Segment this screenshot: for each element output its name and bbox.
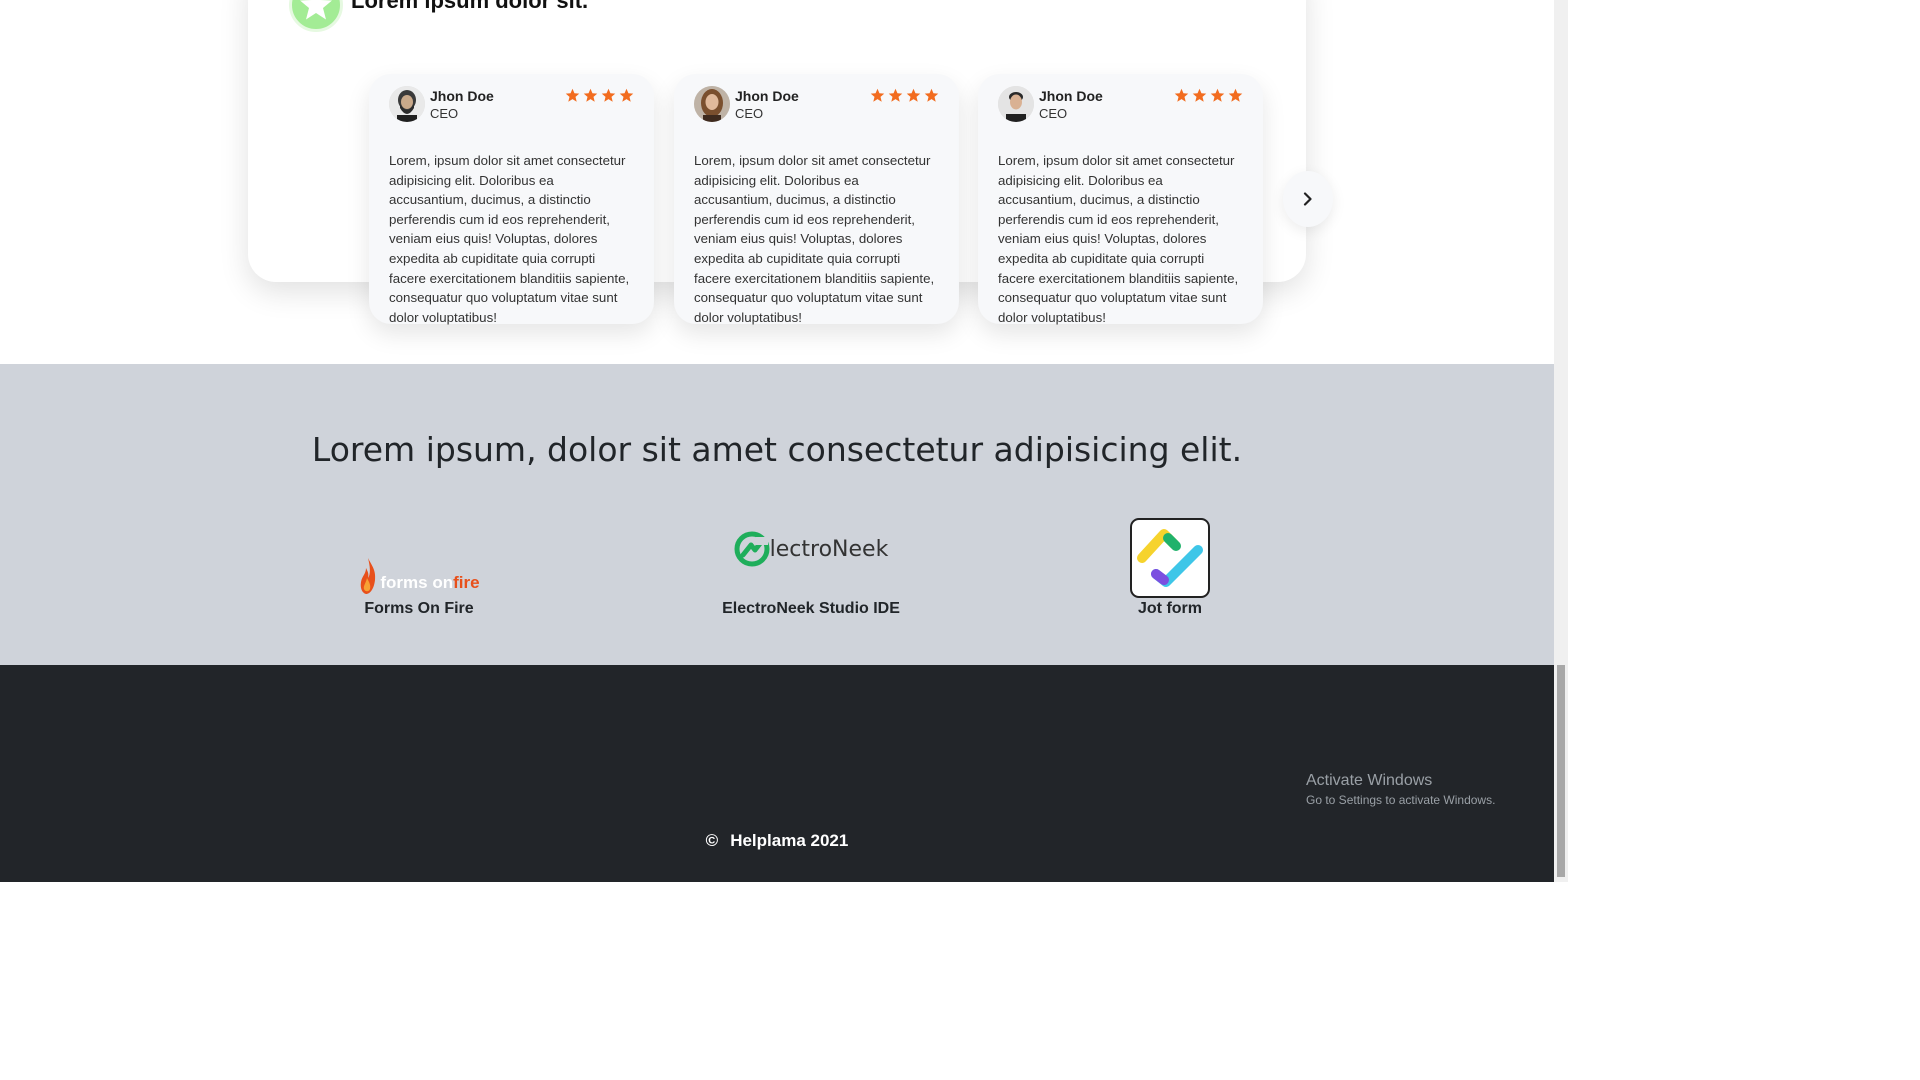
activate-windows-watermark: Activate Windows Go to Settings to activ… — [1306, 772, 1495, 807]
rating-stars — [870, 88, 939, 103]
star-icon — [1174, 88, 1189, 102]
electroneek-logo: lectroNeek — [734, 531, 889, 567]
watermark-title: Activate Windows — [1306, 772, 1433, 789]
partner-jotform: Jot form — [1120, 514, 1220, 618]
partner-name: Jot form — [1138, 600, 1202, 617]
footer: © Helplama 2021 Activate Windows Go to Se… — [0, 665, 1554, 882]
testimonial-card: Jhon Doe CEO Lorem, ipsum dolor sit amet… — [674, 74, 959, 325]
partners-title: Lorem ipsum, dolor sit amet consectetur … — [311, 430, 1243, 469]
reviewer-role: CEO — [735, 106, 764, 121]
star-icon — [1210, 88, 1225, 102]
star-icon — [619, 88, 634, 102]
partner-name: ElectroNeek Studio IDE — [722, 600, 900, 617]
rating-stars — [1174, 88, 1243, 103]
partner-electroneek: lectroNeek ElectroNeek Studio IDE — [718, 514, 904, 618]
reviewer-name: Jhon Doe — [735, 88, 799, 104]
partners-section: Lorem ipsum, dolor sit amet consectetur … — [0, 364, 1554, 665]
copyright: © Helplama 2021 — [0, 831, 1554, 851]
copyright-text: Helplama 2021 — [730, 831, 849, 850]
copyright-icon: © — [705, 831, 719, 850]
testimonial-card: Jhon Doe CEO Lorem, ipsum dolor sit amet… — [369, 74, 654, 325]
star-icon — [601, 88, 616, 102]
testimonial-text: Lorem, ipsum dolor sit amet consectetur … — [694, 153, 935, 325]
testimonial-text: Lorem, ipsum dolor sit amet consectetur … — [998, 153, 1239, 325]
forms-on-fire-logo-accent: fire — [453, 573, 480, 592]
star-icon — [1228, 88, 1243, 102]
scrollbar-thumb[interactable] — [1557, 665, 1565, 877]
star-icon — [1192, 88, 1207, 102]
electroneek-logo-text: lectroNeek — [769, 536, 889, 562]
testimonials-area: Lorem ipsum dolor sit. Jhon Doe CEO Lore… — [0, 0, 1554, 364]
avatar — [998, 86, 1034, 122]
star-icon — [870, 88, 885, 102]
carousel-next-button[interactable] — [1283, 171, 1333, 227]
testimonial-text: Lorem, ipsum dolor sit amet consectetur … — [389, 153, 630, 325]
watermark-subtitle: Go to Settings to activate Windows. — [1306, 793, 1496, 807]
star-icon — [906, 88, 921, 102]
testimonial-card: Jhon Doe CEO Lorem, ipsum dolor sit amet… — [978, 74, 1263, 325]
chevron-right-icon — [1303, 192, 1312, 206]
reviewer-name: Jhon Doe — [1039, 88, 1103, 104]
vertical-scrollbar[interactable] — [1554, 0, 1568, 882]
flame-icon — [361, 558, 376, 594]
avatar — [389, 86, 425, 122]
partner-forms-on-fire: forms on fire Forms On Fire — [345, 514, 493, 618]
electroneek-e-icon — [734, 531, 770, 567]
forms-on-fire-logo-text: forms on — [380, 573, 454, 592]
rating-stars — [565, 88, 634, 103]
star-icon — [565, 88, 580, 102]
star-icon — [888, 88, 903, 102]
section-title: Lorem ipsum dolor sit. — [351, 0, 589, 13]
reviewer-role: CEO — [1039, 106, 1068, 121]
jotform-logo-icon — [1130, 518, 1210, 598]
partner-name: Forms On Fire — [364, 600, 474, 617]
forms-on-fire-logo: forms on fire — [358, 556, 480, 596]
reviewer-name: Jhon Doe — [430, 88, 494, 104]
reviewer-role: CEO — [430, 106, 459, 121]
star-icon — [924, 88, 939, 102]
star-icon — [583, 88, 598, 102]
avatar — [694, 86, 730, 122]
